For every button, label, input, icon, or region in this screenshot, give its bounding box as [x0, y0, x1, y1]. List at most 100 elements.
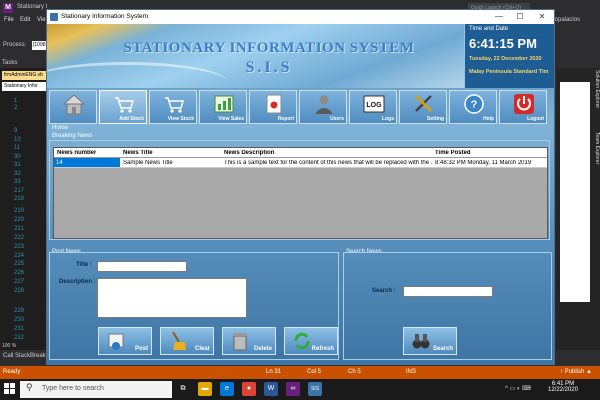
logs-button[interactable]: LOG Logs [349, 90, 397, 124]
post-news-group: Title : Description : Post Clear Delete … [49, 252, 339, 360]
view-stock-button[interactable]: View Stock [149, 90, 197, 124]
report-icon [266, 94, 282, 114]
tools-icon [415, 95, 432, 112]
banner-subtitle: S.I.S [245, 59, 293, 76]
vs-line-number: 9 [14, 128, 18, 134]
chrome-icon[interactable]: ● [242, 382, 256, 396]
cell-news-number[interactable]: 14 [54, 158, 120, 167]
delete-button[interactable]: Delete [222, 327, 276, 355]
system-tray[interactable]: ^ ▭ ◐ ⌨ [505, 385, 531, 392]
word-icon[interactable]: W [264, 382, 278, 396]
cart-view-icon [165, 97, 184, 113]
toolbar-label: Add Stock [119, 116, 144, 122]
current-date: Tuesday, 22 December 2020 [469, 56, 542, 62]
status-insert-mode: INS [406, 369, 417, 375]
vs-line-number: 2 [14, 105, 18, 111]
add-stock-button[interactable]: Add Stock [99, 90, 147, 124]
main-toolbar: Add Stock View Stock View Sales Report U… [49, 88, 552, 124]
minimize-button[interactable]: — [489, 11, 509, 23]
app-icon [50, 13, 58, 21]
current-time: 6:41:15 PM [469, 36, 537, 51]
home-button[interactable] [49, 90, 97, 124]
cell-news-title[interactable]: Sample News Title [123, 160, 221, 166]
table-row[interactable]: 14 Sample News Title This is a sample te… [54, 158, 547, 168]
visual-studio-icon[interactable]: ∞ [286, 382, 300, 396]
edge-icon[interactable]: e [220, 382, 234, 396]
banner: STATIONARY INFORMATION SYSTEM S.I.S [47, 24, 464, 88]
refresh-button[interactable]: Refresh [284, 327, 338, 355]
vs-line-number: 33 [14, 179, 21, 185]
search-button-label: Search [432, 346, 453, 352]
help-button[interactable]: ? Help [449, 90, 497, 124]
trash-icon [233, 333, 247, 351]
title-input[interactable] [97, 261, 187, 272]
vs-line-number: 231 [14, 326, 25, 332]
file-explorer-icon[interactable]: ▬ [198, 382, 212, 396]
app-titlebar[interactable]: Stationary Information System — ☐ ✕ [47, 10, 554, 24]
search-button[interactable]: Search [403, 327, 457, 355]
vs-menu-edit[interactable]: Edit [20, 17, 30, 23]
column-header-news-description[interactable]: News Description [224, 150, 274, 156]
clear-button-label: Clear [194, 346, 210, 352]
visual-studio-logo-icon: M [3, 3, 13, 13]
post-button[interactable]: Post [98, 327, 152, 355]
toolbar-label: View Sales [218, 116, 244, 122]
vs-menu-view[interactable]: Vie [37, 17, 46, 23]
banner-title: STATIONARY INFORMATION SYSTEM [123, 40, 415, 56]
search-news-group: Search : Search [343, 252, 552, 360]
toolbar-label: Logs [382, 116, 394, 122]
taskbar-clock[interactable]: 6:41 PM 12/22/2020 [548, 381, 578, 393]
users-button[interactable]: Users [299, 90, 347, 124]
sales-chart-icon [214, 95, 234, 113]
grid-header: News number News Title News Description … [54, 148, 547, 158]
search-label: Search : [372, 288, 396, 294]
vs-line-number: 217 [14, 188, 25, 194]
windows-start-icon[interactable] [4, 383, 16, 395]
view-sales-button[interactable]: View Sales [199, 90, 247, 124]
binoculars-icon [412, 334, 430, 349]
search-input[interactable] [403, 286, 493, 297]
cell-time-posted[interactable]: 8:48:32 PM Monday, 11 March 2019 [435, 160, 545, 166]
vs-line-number: 222 [14, 235, 25, 241]
vs-zoom-level[interactable]: 100 % [2, 343, 16, 349]
search-icon: ⚲ [26, 382, 33, 392]
close-button[interactable]: ✕ [532, 11, 552, 23]
team-explorer-tab[interactable]: Team Explorer [590, 132, 600, 212]
vs-file-tab[interactable]: frmAdminENG.vb [2, 71, 46, 80]
vs-line-number: 225 [14, 261, 25, 267]
time-date-panel: Time and Date 6:41:15 PM Tuesday, 22 Dec… [464, 24, 554, 88]
call-stack-tab[interactable]: Call Stack [3, 353, 30, 359]
toolbar-label: Report [277, 116, 294, 122]
publish-button[interactable]: ↑ Publish ▲ [560, 369, 592, 375]
setting-button[interactable]: Setting [399, 90, 447, 124]
app-body: STATIONARY INFORMATION SYSTEM S.I.S Time… [47, 24, 554, 365]
vs-menu-file[interactable]: File [4, 17, 14, 23]
delete-button-label: Delete [253, 346, 272, 352]
vs-class-dropdown[interactable]: Stationary Infor [2, 82, 46, 91]
column-header-news-title[interactable]: News Title [123, 150, 153, 156]
vs-line-number: 228 [14, 288, 25, 294]
vs-line-number: 32 [14, 171, 21, 177]
column-header-time-posted[interactable]: Time Posted [435, 150, 471, 156]
sis-app-icon[interactable]: SIS [308, 382, 322, 396]
vs-line-number: 232 [14, 335, 25, 341]
task-view-icon[interactable]: ⧉ [176, 382, 190, 396]
cell-news-description[interactable]: This is a sample text for the content of… [224, 160, 432, 166]
report-button[interactable]: Report [249, 90, 297, 124]
vs-line-number: 221 [14, 226, 25, 232]
vs-process-label: Process: [3, 42, 27, 48]
taskbar-search-input[interactable]: Type here to search [20, 381, 172, 398]
vs-right-code-pane [560, 82, 590, 302]
clear-button[interactable]: Clear [160, 327, 214, 355]
news-grid[interactable]: News number News Title News Description … [53, 147, 548, 239]
time-zone: Malay Peninsula Standard Tim [469, 69, 549, 75]
status-char: Ch 5 [348, 369, 361, 375]
maximize-button[interactable]: ☐ [510, 11, 530, 23]
description-input[interactable] [97, 278, 247, 318]
vs-line-number: 218 [14, 196, 25, 202]
log-icon: LOG [363, 95, 385, 113]
taskbar-date: 12/22/2020 [548, 387, 579, 393]
status-column: Col 5 [307, 369, 322, 375]
column-header-news-number[interactable]: News number [57, 150, 96, 156]
logout-button[interactable]: Logout [499, 90, 547, 124]
